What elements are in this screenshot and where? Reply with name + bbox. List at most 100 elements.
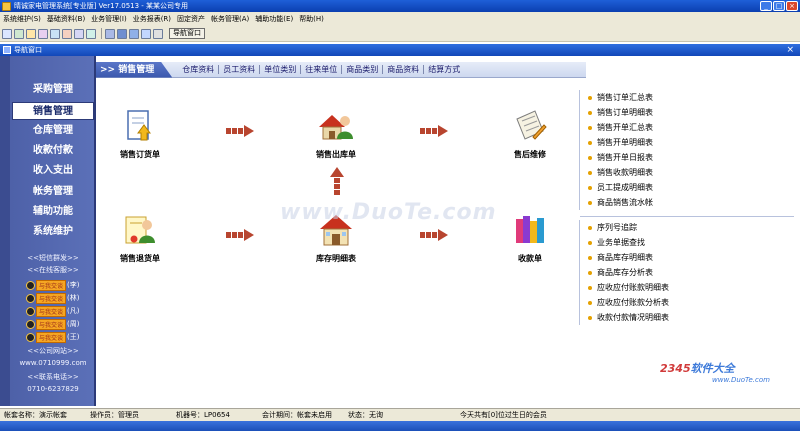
inner-window-title-bar: 导航窗口 ×: [0, 44, 800, 56]
report-serial-tracking[interactable]: 序列号追踪: [580, 220, 794, 235]
sidebar-item-sales[interactable]: 销售管理: [12, 102, 94, 120]
status-machine: 机器号：LP0654: [176, 411, 230, 419]
qq-chat-fan[interactable]: 与我交谈 (凡): [26, 305, 88, 317]
minimize-button[interactable]: _: [760, 1, 772, 11]
qq-chat-lin[interactable]: 与我交谈 (林): [26, 292, 88, 304]
close-button[interactable]: ×: [786, 1, 798, 11]
status-bar: 帐套名称：演示帐套 操作员：管理员 机器号：LP0654 会计期间：帐套未启用 …: [0, 408, 800, 421]
tab-settlement[interactable]: 结算方式: [424, 65, 464, 74]
sidebar-item-aux[interactable]: 辅助功能: [12, 203, 94, 221]
tab-warehouse-info[interactable]: 仓库资料: [178, 65, 220, 74]
report-ar-ap-analysis[interactable]: 应收应付账款分析表: [580, 295, 794, 310]
exit-icon[interactable]: [153, 28, 163, 39]
qq-chat-zhou[interactable]: 与我交谈 (周): [26, 318, 88, 330]
report-invoice-daily[interactable]: 销售开单日报表: [580, 150, 794, 165]
sidebar-item-system[interactable]: 系统维护: [12, 223, 94, 241]
qq-chat-li[interactable]: 与我交谈 (李): [26, 279, 88, 291]
sidebar-item-payments[interactable]: 收款付款: [12, 142, 94, 160]
report-icon[interactable]: [86, 28, 96, 39]
report-ar-ap-detail[interactable]: 应收应付账款明细表: [580, 280, 794, 295]
sidebar-item-accounts[interactable]: 帐务管理: [12, 183, 94, 201]
report-payment-detail[interactable]: 收款付款情况明细表: [580, 310, 794, 325]
flow-outbound-label: 销售出库单: [316, 150, 356, 159]
service-notepad-icon: [516, 110, 547, 140]
user-icon[interactable]: [50, 28, 60, 39]
help-icon[interactable]: [141, 28, 151, 39]
qq-name: (林): [67, 294, 80, 302]
report-invoice-detail[interactable]: 销售开单明细表: [580, 135, 794, 150]
menu-system[interactable]: 系统维护(S): [0, 14, 44, 24]
qq-icon: [26, 332, 35, 342]
qq-icon: [26, 280, 35, 290]
bullet-icon: [588, 185, 592, 190]
flow-sales-outbound[interactable]: 销售出库单: [296, 109, 376, 160]
maximize-button[interactable]: □: [773, 1, 785, 11]
qq-badge: 与我交谈: [36, 331, 67, 343]
inner-window-title: 导航窗口: [14, 46, 42, 54]
print-icon[interactable]: [74, 28, 84, 39]
menu-accounts[interactable]: 帐务管理(A): [208, 14, 252, 24]
inner-close-icon[interactable]: ×: [786, 44, 794, 56]
folder-icon[interactable]: [26, 28, 36, 39]
nav-window-button[interactable]: 导航窗口: [169, 28, 205, 39]
report-stock-analysis[interactable]: 商品库存分析表: [580, 265, 794, 280]
tab-unit-category[interactable]: 单位类别: [260, 65, 302, 74]
report-label: 业务单据查找: [597, 238, 645, 247]
report-order-summary[interactable]: 销售订单汇总表: [580, 90, 794, 105]
menu-reports[interactable]: 业务报表(R): [130, 14, 174, 24]
app-icon: [2, 1, 11, 11]
save-icon[interactable]: [117, 28, 127, 39]
report-staff-commission[interactable]: 员工提成明细表: [580, 180, 794, 195]
flow-sales-return[interactable]: 销售退货单: [100, 213, 180, 264]
qq-badge: 与我交谈: [36, 279, 67, 291]
sidebar-item-warehouse[interactable]: 仓库管理: [12, 122, 94, 140]
cart-icon[interactable]: [62, 28, 72, 39]
status-state: 状态：无询: [348, 411, 383, 419]
inventory-report-list: 序列号追踪 业务单据查找 商品库存明细表 商品库存分析表 应收应付账款明细表 应…: [579, 220, 794, 325]
app-title-bar: 晴诚家电管理系统[专业版] Ver17.0513 - 某某公司专用 _ □ ×: [0, 0, 800, 12]
document-icon[interactable]: [38, 28, 48, 39]
company-site-link[interactable]: www.0710999.com: [12, 359, 94, 367]
sidebar-item-purchase[interactable]: 采购管理: [12, 81, 94, 99]
report-label: 商品库存明细表: [597, 253, 653, 262]
open-icon[interactable]: [14, 28, 24, 39]
qq-icon: [26, 319, 35, 329]
return-document-icon: [125, 216, 155, 244]
bullet-icon: [588, 285, 592, 290]
menu-help[interactable]: 帮助(H): [296, 14, 327, 24]
new-icon[interactable]: [2, 28, 12, 39]
flow-after-sales[interactable]: 售后维修: [490, 109, 570, 160]
report-sales-receipts[interactable]: 销售收款明细表: [580, 165, 794, 180]
online-service-label: <<在线客服>>: [27, 266, 79, 274]
report-invoice-summary[interactable]: 销售开单汇总表: [580, 120, 794, 135]
flow-receipt[interactable]: 收款单: [490, 213, 570, 264]
sales-report-list: 销售订单汇总表 销售订单明细表 销售开单汇总表 销售开单明细表 销售开单日报表 …: [579, 90, 794, 210]
disk-icon[interactable]: [129, 28, 139, 39]
qq-badge: 与我交谈: [36, 292, 67, 304]
report-stock-detail[interactable]: 商品库存明细表: [580, 250, 794, 265]
qq-icon: [26, 293, 35, 303]
sidebar-item-income[interactable]: 收入支出: [12, 162, 94, 180]
menu-fixed-assets[interactable]: 固定资产: [174, 14, 208, 24]
tab-sales-active[interactable]: >> 销售管理: [96, 61, 173, 78]
menu-basic-data[interactable]: 基础资料(B): [44, 14, 88, 24]
tab-product-category[interactable]: 商品类别: [342, 65, 384, 74]
report-document-search[interactable]: 业务单据查找: [580, 235, 794, 250]
sms-link[interactable]: <<短信群发>>: [12, 253, 94, 263]
report-sales-ledger[interactable]: 商品销售流水帐: [580, 195, 794, 210]
menu-business[interactable]: 业务管理(I): [88, 14, 130, 24]
report-order-detail[interactable]: 销售订单明细表: [580, 105, 794, 120]
tab-staff-info[interactable]: 员工资料: [219, 65, 261, 74]
mail-icon[interactable]: [105, 28, 115, 39]
flow-return-label: 销售退货单: [120, 254, 160, 263]
flow-workspace: 销售订货单 销售出库单 售后维修 销售退货单 库存明细表 收款单: [98, 79, 578, 405]
arrow-right-icon: [420, 229, 448, 241]
qq-badge: 与我交谈: [36, 318, 67, 330]
bullet-icon: [588, 110, 592, 115]
status-account: 帐套名称：演示帐套: [4, 411, 67, 419]
flow-sales-order[interactable]: 销售订货单: [100, 109, 180, 160]
tab-product-info[interactable]: 商品资料: [383, 65, 425, 74]
tab-partners[interactable]: 往来单位: [301, 65, 343, 74]
menu-aux[interactable]: 辅助功能(E): [252, 14, 296, 24]
qq-chat-wang[interactable]: 与我交谈 (王): [26, 331, 88, 343]
